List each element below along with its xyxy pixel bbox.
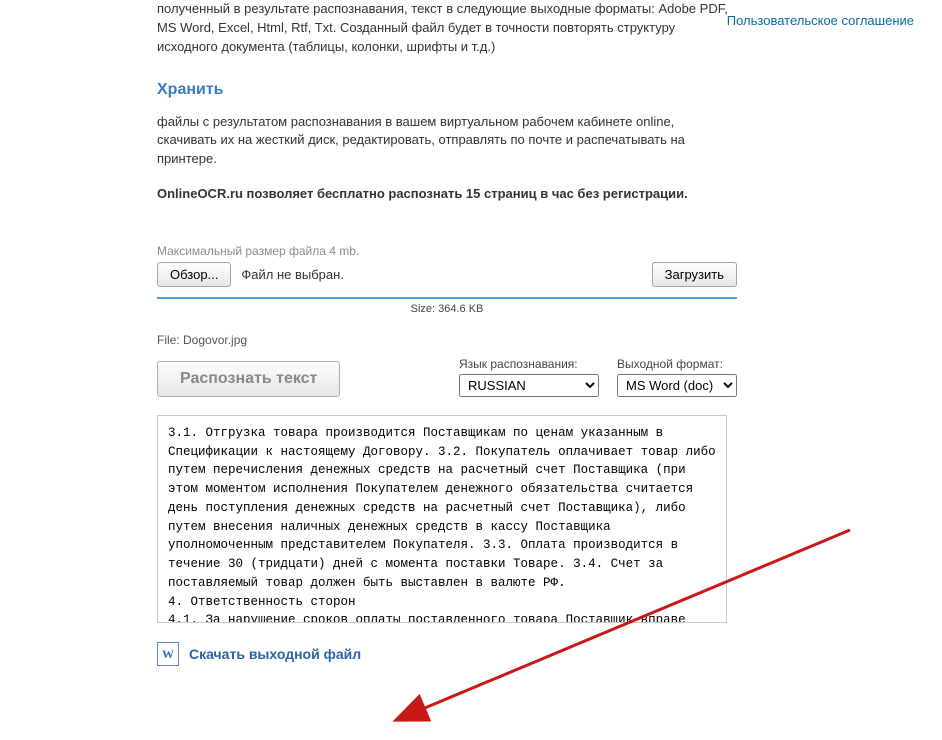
- format-label: Выходной формат:: [617, 357, 737, 371]
- store-heading: Хранить: [157, 81, 737, 99]
- format-select[interactable]: MS Word (doc): [617, 374, 737, 397]
- upload-button[interactable]: Загрузить: [652, 262, 737, 287]
- main-content: полученный в результате распознавания, т…: [157, 0, 737, 666]
- file-name-label: File: Dogovor.jpg: [157, 333, 737, 347]
- language-label: Язык распознавания:: [459, 357, 599, 371]
- ocr-tool: Максимальный размер файла 4 mb. Обзор...…: [157, 244, 737, 666]
- recognize-button[interactable]: Распознать текст: [157, 361, 340, 397]
- intro-paragraph-1: полученный в результате распознавания, т…: [157, 0, 737, 57]
- divider: [157, 297, 737, 299]
- file-size-label: Size: 364.6 KB: [157, 303, 737, 315]
- no-file-label: Файл не выбран.: [241, 267, 344, 282]
- user-agreement-link[interactable]: Пользовательское соглашение: [727, 13, 914, 28]
- sidebar: Пользовательское соглашение: [727, 12, 914, 30]
- result-textarea[interactable]: [157, 415, 727, 623]
- max-size-label: Максимальный размер файла 4 mb.: [157, 244, 737, 258]
- free-limit-note: OnlineOCR.ru позволяет бесплатно распозн…: [157, 186, 688, 201]
- intro-paragraph-2: файлы с результатом распознавания в ваше…: [157, 113, 737, 170]
- language-select[interactable]: RUSSIAN: [459, 374, 599, 397]
- browse-button[interactable]: Обзор...: [157, 262, 231, 287]
- download-output-link[interactable]: Скачать выходной файл: [189, 646, 361, 662]
- word-doc-icon: [157, 642, 179, 666]
